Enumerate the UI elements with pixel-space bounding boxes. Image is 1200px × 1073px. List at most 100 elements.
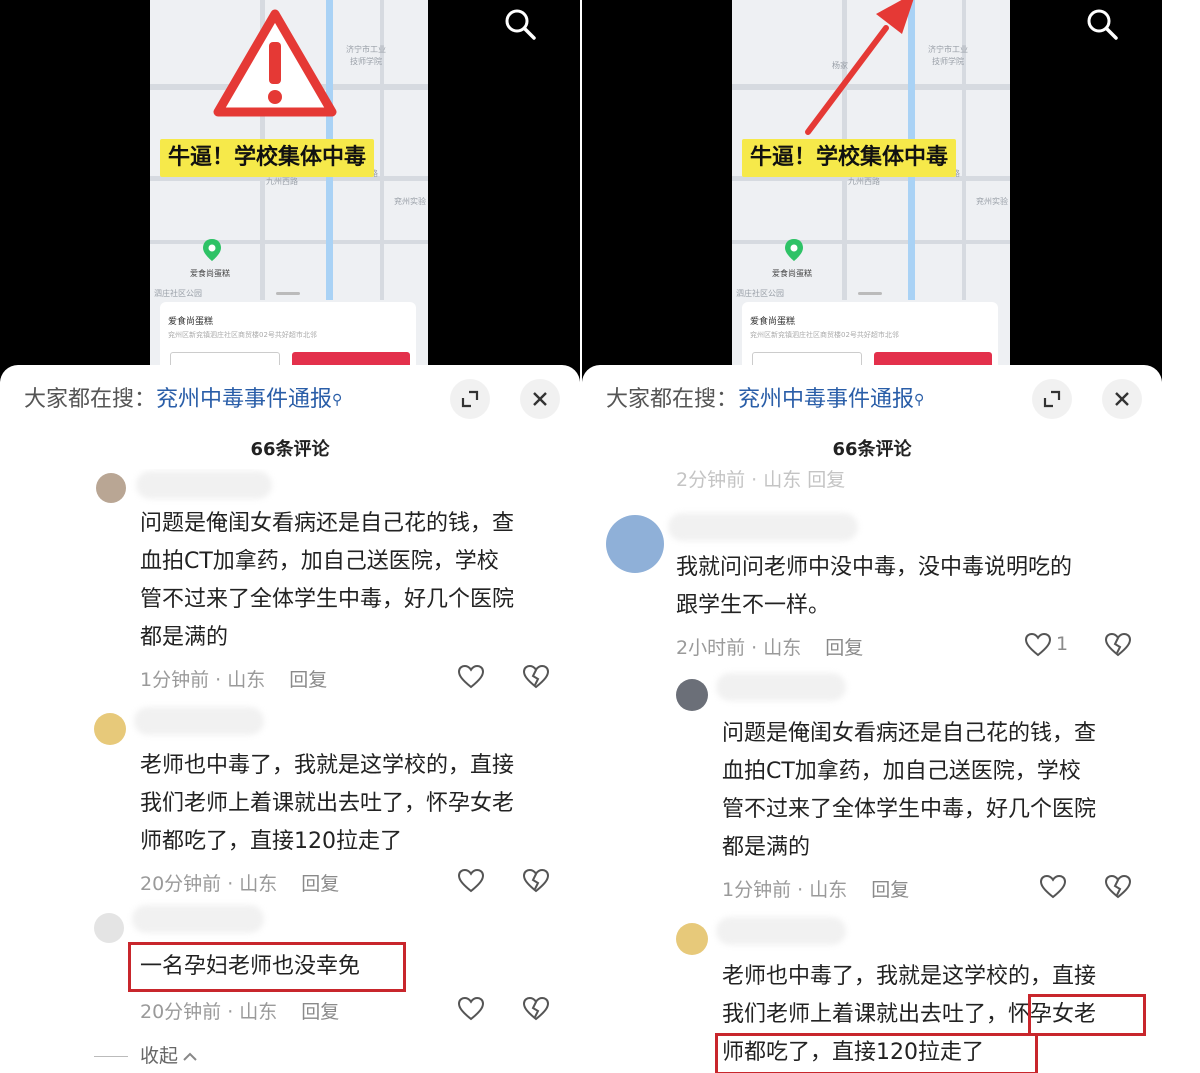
dislike-icon[interactable] <box>522 995 550 1023</box>
video-caption: 牛逼！学校集体中毒 <box>742 139 957 177</box>
username-blurred <box>716 917 846 945</box>
hot-search-link[interactable]: 兖州中毒事件通报 <box>738 387 914 412</box>
collapse-label: 收起 <box>140 1045 179 1067</box>
username-blurred <box>132 905 264 933</box>
place-card[interactable]: 爱食尚蛋糕 兖州区新兖镇泗庄社区商贸楼02号共好超市北邻 <box>742 302 998 372</box>
dislike-icon[interactable] <box>1104 631 1132 659</box>
map-label: 九州西路 <box>266 177 298 186</box>
avatar[interactable] <box>94 913 124 943</box>
location-pin-icon[interactable] <box>202 238 222 262</box>
comment-count: 66条评论 <box>250 439 330 460</box>
dislike-icon[interactable] <box>1104 873 1132 901</box>
comment-text: 一名孕妇老师也没幸免 <box>140 954 361 979</box>
avatar[interactable] <box>96 473 126 503</box>
comment-count: 66条评论 <box>832 439 912 460</box>
like-count: 1 <box>1056 633 1069 655</box>
drag-handle[interactable] <box>276 292 300 295</box>
comment-text: 问题是俺闺女看病还是自己花的钱，查 血拍CT加拿药，加自己送医院，学校 管不过来… <box>722 721 1097 860</box>
comment-sheet: 大家都在搜：兖州中毒事件通报⚲ 66条评论 2分钟前 · 山东 回复 我就问问老… <box>582 365 1162 1073</box>
hot-search-prefix: 大家都在搜： <box>24 387 157 412</box>
hot-search-link[interactable]: 兖州中毒事件通报 <box>156 387 332 412</box>
comment-time-location: 1分钟前 · 山东 <box>722 879 848 901</box>
location-pin-icon[interactable] <box>784 238 804 262</box>
comment-time-location: 20分钟前 · 山东 <box>140 1001 278 1023</box>
hot-search-bar[interactable]: 大家都在搜：兖州中毒事件通报⚲ <box>606 385 924 415</box>
avatar[interactable] <box>606 515 664 573</box>
chevron-up-icon <box>183 1052 197 1061</box>
reply-button[interactable]: 回复 <box>301 873 339 895</box>
close-button[interactable] <box>520 379 560 419</box>
close-icon <box>533 392 547 406</box>
search-icon: ⚲ <box>914 392 925 408</box>
map-label: 技师学院 <box>350 57 382 66</box>
comment-time-location: 1分钟前 · 山东 <box>140 669 266 691</box>
expand-button[interactable] <box>450 379 490 419</box>
search-icon: ⚲ <box>332 392 343 408</box>
comment-time-location: 20分钟前 · 山东 <box>140 873 278 895</box>
comment-list[interactable]: 问题是俺闺女看病还是自己花的钱，查 血拍CT加拿药，加自己送医院，学校 管不过来… <box>0 469 580 1073</box>
comment-meta: 1分钟前 · 山东 回复 <box>722 875 909 902</box>
close-icon <box>1115 392 1129 406</box>
username-blurred <box>716 673 846 701</box>
expand-icon <box>1043 390 1061 408</box>
expand-button[interactable] <box>1032 379 1072 419</box>
map-label: 济宁市工业 <box>928 45 968 54</box>
reply-button[interactable]: 回复 <box>289 669 327 691</box>
hot-search-bar[interactable]: 大家都在搜：兖州中毒事件通报⚲ <box>24 385 342 415</box>
avatar[interactable] <box>676 679 708 711</box>
avatar[interactable] <box>94 713 126 745</box>
arrow-icon <box>805 0 914 135</box>
reply-button[interactable]: 回复 <box>301 1001 339 1023</box>
search-icon[interactable] <box>502 6 538 42</box>
map-label: 爱食尚蛋糕 <box>772 269 812 278</box>
like-icon[interactable] <box>457 995 485 1023</box>
comment-meta: 20分钟前 · 山东 回复 <box>140 869 339 896</box>
place-card[interactable]: 爱食尚蛋糕 兖州区新兖镇泗庄社区商贸楼02号共好超市北邻 <box>160 302 416 372</box>
place-address: 兖州区新兖镇泗庄社区商贸楼02号共好超市北邻 <box>168 331 317 339</box>
video-player[interactable]: 济宁市工业 技师学院 九州西路 九州中路 兖州实验 泗庄社区公园 杨家 爱食尚蛋… <box>582 0 1162 372</box>
drag-handle[interactable] <box>858 292 882 295</box>
comment-text: 问题是俺闺女看病还是自己花的钱，查 血拍CT加拿药，加自己送医院，学校 管不过来… <box>140 511 515 650</box>
collapse-button[interactable]: 收起 <box>94 1041 198 1068</box>
search-icon[interactable] <box>1084 6 1120 42</box>
map-label: 兖州实验 <box>976 197 1008 206</box>
comment-list[interactable]: 2分钟前 · 山东 回复 我就问问老师中没中毒，没中毒说明吃的 跟学生不一样。 … <box>582 469 1162 1073</box>
video-caption: 牛逼！学校集体中毒 <box>160 139 375 177</box>
comment-meta: 2小时前 · 山东 回复 <box>676 633 863 660</box>
username-blurred <box>134 707 264 735</box>
comment-sheet: 大家都在搜：兖州中毒事件通报⚲ 66条评论 问题是俺闺女看病还是自己花的钱，查 … <box>0 365 580 1073</box>
comment-meta: 20分钟前 · 山东 回复 <box>140 997 339 1024</box>
comment-text: 老师也中毒了，我就是这学校的，直接 我们老师上着课就出去吐了，怀孕女老 师都吃了… <box>140 753 515 854</box>
warning-icon <box>213 9 337 117</box>
dislike-icon[interactable] <box>522 867 550 895</box>
comment-text: 我就问问老师中没中毒，没中毒说明吃的 跟学生不一样。 <box>676 555 1073 618</box>
place-title: 爱食尚蛋糕 <box>750 317 796 327</box>
map-label: 泗庄社区公园 <box>736 289 784 298</box>
hot-search-prefix: 大家都在搜： <box>606 387 739 412</box>
close-button[interactable] <box>1102 379 1142 419</box>
comment-time-location: 2小时前 · 山东 <box>676 637 802 659</box>
comment-meta-faded: 2分钟前 · 山东 回复 <box>676 469 846 491</box>
map-label: 九州西路 <box>848 177 880 186</box>
place-address: 兖州区新兖镇泗庄社区商贸楼02号共好超市北邻 <box>750 331 899 339</box>
map-label: 济宁市工业 <box>346 45 386 54</box>
map-label: 泗庄社区公园 <box>154 289 202 298</box>
place-title: 爱食尚蛋糕 <box>168 317 214 327</box>
reply-button[interactable]: 回复 <box>825 637 863 659</box>
map-label: 爱食尚蛋糕 <box>190 269 230 278</box>
dislike-icon[interactable] <box>522 663 550 691</box>
username-blurred <box>668 513 858 541</box>
map-label: 兖州实验 <box>394 197 426 206</box>
like-icon[interactable] <box>457 867 485 895</box>
reply-button[interactable]: 回复 <box>871 879 909 901</box>
highlight-box <box>715 1033 1038 1073</box>
avatar[interactable] <box>676 923 708 955</box>
right-screenshot: 济宁市工业 技师学院 九州西路 九州中路 兖州实验 泗庄社区公园 杨家 爱食尚蛋… <box>582 0 1162 1073</box>
like-icon[interactable] <box>1024 631 1052 659</box>
like-icon[interactable] <box>1039 873 1067 901</box>
highlight-box <box>1028 994 1146 1036</box>
video-player[interactable]: 济宁市工业 技师学院 九州西路 九州中路 兖州实验 泗庄社区公园 杨家 爱食尚蛋… <box>0 0 580 372</box>
username-blurred <box>136 471 272 499</box>
comment-meta: 1分钟前 · 山东 回复 <box>140 665 327 692</box>
like-icon[interactable] <box>457 663 485 691</box>
